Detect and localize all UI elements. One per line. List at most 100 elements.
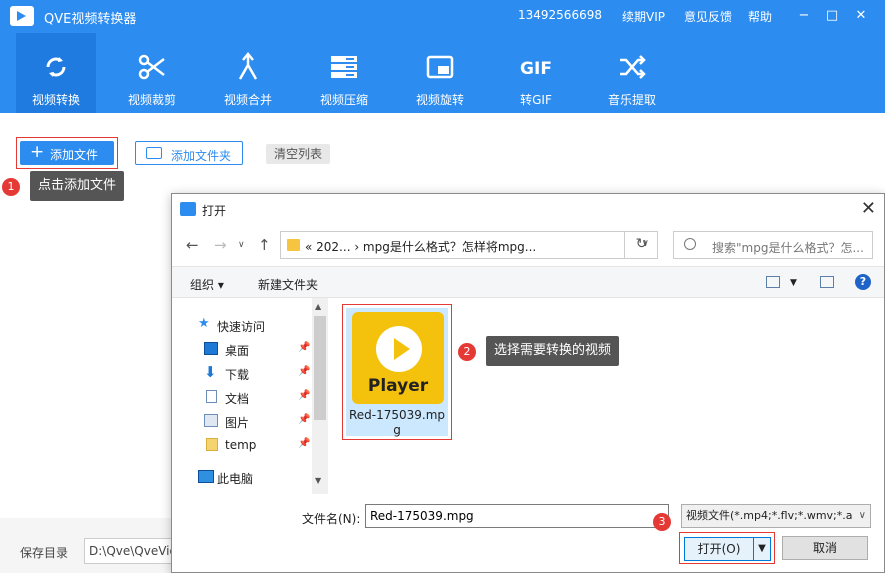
chevron-down-icon: ∨ [858, 510, 866, 521]
pin-icon[interactable]: 📌 [298, 414, 310, 425]
preview-pane-icon[interactable] [820, 276, 834, 288]
tab-video-rotate[interactable]: 视频旋转 [400, 33, 480, 113]
tab-music-extract[interactable]: 音乐提取 [592, 33, 672, 113]
nav-item-quick-access[interactable]: ★ 快速访问 [172, 314, 312, 336]
title-bar: QVE视频转换器 13492566698 续期VIP 意见反馈 帮助 − □ ✕ [0, 0, 885, 33]
filetype-value: 视频文件(*.mp4;*.flv;*.wmv;*.a [686, 509, 853, 522]
tab-video-merge[interactable]: 视频合并 [208, 33, 288, 113]
open-button[interactable]: 打开(O) [684, 537, 754, 561]
step-tooltip: 选择需要转换的视频 [486, 336, 620, 366]
nav-item-documents[interactable]: 文档 📌 [172, 386, 312, 408]
minimize-icon[interactable]: − [794, 6, 814, 26]
filetype-select[interactable]: 视频文件(*.mp4;*.flv;*.wmv;*.a ∨ [681, 504, 871, 528]
forward-arrow-icon[interactable]: → [214, 236, 227, 254]
nav-scrollbar[interactable]: ▲ ▼ [312, 298, 328, 494]
filename-label: 文件名(N): [302, 512, 361, 526]
nav-item-this-pc[interactable]: 此电脑 [172, 466, 312, 488]
navigation-row: ← → ∨ ↑ « 202... › mpg是什么格式？怎样将mpg... ∨ … [172, 228, 884, 262]
save-dir-label: 保存目录 [20, 546, 69, 560]
nav-label: temp [225, 438, 257, 452]
pin-icon[interactable]: 📌 [298, 438, 310, 449]
step-badge: 1 [2, 178, 20, 196]
star-icon: ★ [198, 316, 210, 331]
search-input[interactable]: 搜索"mpg是什么格式？怎... [673, 231, 873, 259]
gif-icon-text: GIF [520, 59, 552, 79]
search-placeholder: 搜索"mpg是什么格式？怎... [712, 241, 864, 255]
folder-icon [206, 438, 218, 451]
help-icon[interactable]: ? [855, 274, 871, 290]
up-arrow-icon[interactable]: ↑ [258, 236, 271, 254]
open-file-dialog: 打开 ✕ ← → ∨ ↑ « 202... › mpg是什么格式？怎样将mpg.… [171, 193, 885, 573]
maximize-icon[interactable]: □ [822, 6, 842, 26]
view-mode-icon[interactable] [766, 276, 780, 288]
nav-label: 桌面 [225, 344, 250, 358]
add-folder-button[interactable]: 添加文件夹 [135, 141, 243, 165]
tab-label: 视频合并 [223, 93, 272, 107]
nav-item-downloads[interactable]: ⬇ 下载 📌 [172, 362, 312, 384]
rotate-icon [426, 55, 454, 79]
tab-label: 视频转换 [31, 93, 80, 107]
refresh-icon [46, 57, 66, 77]
scroll-up-icon[interactable]: ▲ [315, 302, 321, 311]
pin-icon[interactable]: 📌 [298, 390, 310, 401]
search-icon [684, 238, 696, 250]
video-file-icon: Player [352, 312, 444, 404]
thumb-text: Player [367, 376, 429, 396]
tab-label: 转GIF [520, 93, 552, 107]
tab-label: 视频旋转 [415, 93, 464, 107]
save-dir-input[interactable]: D:\Qve\QveVid [84, 538, 184, 564]
main-toolbar: 视频转换 视频裁剪 视频合并 视频压缩 视频旋转 GIF 转GIF 音乐提取 [0, 33, 885, 113]
nav-item-desktop[interactable]: 桌面 📌 [172, 338, 312, 360]
chevron-down-icon[interactable]: ▼ [753, 537, 771, 561]
computer-icon [198, 470, 214, 483]
nav-label: 文档 [225, 392, 250, 406]
plus-icon: + [30, 142, 45, 162]
nav-label: 下载 [225, 368, 250, 382]
filename-input[interactable] [365, 504, 669, 528]
add-folder-label: 添加文件夹 [171, 149, 232, 163]
close-icon[interactable]: ✕ [851, 6, 871, 26]
tab-video-compress[interactable]: 视频压缩 [304, 33, 384, 113]
pin-icon[interactable]: 📌 [298, 342, 310, 353]
feedback-link[interactable]: 意见反馈 [684, 8, 732, 25]
back-arrow-icon[interactable]: ← [186, 236, 199, 254]
nav-item-pictures[interactable]: 图片 📌 [172, 410, 312, 432]
chevron-down-icon[interactable]: ▼ [790, 278, 797, 288]
nav-label: 快速访问 [217, 320, 266, 334]
pin-icon[interactable]: 📌 [298, 366, 310, 377]
cancel-button[interactable]: 取消 [782, 536, 868, 560]
add-file-button[interactable]: + 添加文件 [20, 141, 114, 165]
dialog-title-bar: 打开 ✕ [172, 194, 884, 224]
app-title: QVE视频转换器 [44, 12, 137, 27]
annotation-highlight-box: + 添加文件 [16, 137, 118, 169]
navigation-pane: ★ 快速访问 桌面 📌 ⬇ 下载 📌 文档 📌 图片 📌 temp 📌 此电脑 [172, 298, 328, 494]
app-logo-icon [180, 202, 196, 216]
close-icon[interactable]: ✕ [861, 198, 876, 219]
file-item[interactable]: Player Red-175039.mpg [342, 304, 452, 440]
folder-icon [287, 239, 300, 251]
scroll-down-icon[interactable]: ▼ [315, 476, 321, 485]
tab-video-convert[interactable]: 视频转换 [16, 33, 96, 113]
nav-item-temp[interactable]: temp 📌 [172, 434, 312, 456]
clear-list-button[interactable]: 清空列表 [266, 144, 330, 164]
organize-menu[interactable]: 组织 ▾ [190, 276, 224, 293]
new-folder-button[interactable]: 新建文件夹 [258, 276, 318, 293]
address-bar[interactable]: « 202... › mpg是什么格式？怎样将mpg... ∨ [280, 231, 658, 259]
filename-row: 文件名(N): 视频文件(*.mp4;*.flv;*.wmv;*.a ∨ [172, 500, 884, 530]
dialog-title: 打开 [202, 204, 227, 218]
scroll-thumb[interactable] [314, 316, 326, 420]
vip-renew-link[interactable]: 续期VIP [622, 8, 665, 25]
add-file-label: 添加文件 [50, 148, 99, 162]
download-icon: ⬇ [204, 363, 217, 381]
chevron-down-icon[interactable]: ∨ [238, 240, 245, 250]
tab-video-crop[interactable]: 视频裁剪 [112, 33, 192, 113]
tab-label: 音乐提取 [607, 93, 656, 107]
button-row: 3 打开(O) ▼ 取消 [172, 513, 884, 568]
refresh-icon[interactable]: ↻ [624, 231, 658, 259]
help-link[interactable]: 帮助 [748, 8, 772, 25]
phone-number: 13492566698 [518, 8, 602, 22]
gif-icon: GIF [520, 59, 552, 79]
tab-to-gif[interactable]: GIF 转GIF [496, 33, 576, 113]
app-logo-icon [10, 6, 34, 26]
picture-icon [204, 414, 218, 427]
